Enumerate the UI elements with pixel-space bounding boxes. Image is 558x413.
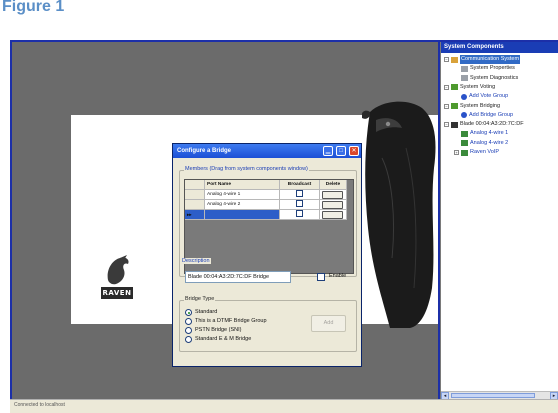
- page-icon: [461, 75, 468, 82]
- bridge-type-label: Bridge Type: [184, 296, 216, 302]
- enable-checkbox[interactable]: [317, 273, 325, 281]
- collapse-icon[interactable]: −: [444, 103, 449, 109]
- bridge-type-option-label: PSTN Bridge (SNI): [195, 327, 242, 333]
- system-components-title: System Components: [441, 42, 558, 53]
- bridge-type-radio[interactable]: [185, 309, 192, 316]
- tree-item[interactable]: − Communication System: [444, 55, 521, 64]
- bridge-type-option-label: This is a DTMF Bridge Group: [195, 318, 267, 324]
- delete-row-button[interactable]: [322, 201, 343, 209]
- port-name-cell[interactable]: Analog 4-wire 1: [205, 190, 280, 200]
- tree-item[interactable]: − System Voting: [444, 83, 495, 92]
- tree-item[interactable]: System Properties: [454, 64, 515, 73]
- description-group: Description Blade 00:04:A3:2D:7C:DF Brid…: [179, 258, 296, 287]
- tree-item[interactable]: Add Vote Group: [454, 92, 508, 101]
- description-label: Description: [181, 258, 211, 264]
- member-row[interactable]: Analog 4-wire 2: [185, 200, 347, 210]
- add-star-icon: [461, 93, 467, 100]
- member-row[interactable]: ▸▸: [185, 210, 347, 220]
- tree-item-label: Analog 4-wire 2: [470, 139, 509, 146]
- row-header-corner: [185, 180, 205, 190]
- broadcast-checkbox[interactable]: [296, 210, 303, 218]
- maximize-icon[interactable]: □: [336, 146, 346, 156]
- figure-label: Figure 1: [2, 0, 65, 15]
- broadcast-checkbox[interactable]: [296, 200, 303, 208]
- port-name-cell[interactable]: [205, 210, 280, 220]
- close-icon[interactable]: ✕: [349, 146, 359, 156]
- raven-bird-image: [362, 101, 436, 328]
- tree-item[interactable]: Analog 4-wire 1: [454, 129, 508, 138]
- port-icon: [461, 140, 468, 147]
- tree-item-label: System Properties: [470, 65, 515, 72]
- tree-item[interactable]: − Blade 00:04:A3:2D:7C:DF: [444, 120, 524, 129]
- add-button[interactable]: Add: [311, 315, 346, 332]
- tree-item-label: System Voting: [460, 83, 496, 90]
- collapse-icon[interactable]: −: [444, 57, 449, 62]
- bridge-type-option-label: Standard E & M Bridge: [195, 336, 252, 342]
- tree-item-label: System Bridging: [460, 102, 501, 109]
- bridge-type-radio[interactable]: [185, 327, 192, 334]
- tree-item[interactable]: − System Bridging: [444, 102, 500, 111]
- bridge-type-radio[interactable]: [185, 336, 192, 343]
- broadcast-cell: [280, 190, 320, 200]
- voip-icon: [461, 149, 468, 156]
- column-broadcast[interactable]: Broadcast: [280, 180, 320, 190]
- port-icon: [461, 130, 468, 137]
- tree-item-label: Blade 00:04:A3:2D:7C:DF: [460, 121, 524, 128]
- delete-row-button[interactable]: [322, 211, 343, 219]
- collapse-icon[interactable]: −: [444, 84, 449, 90]
- row-marker[interactable]: [185, 200, 205, 210]
- collapse-icon[interactable]: −: [444, 122, 449, 128]
- broadcast-cell: [280, 200, 320, 210]
- description-input[interactable]: Blade 00:04:A3:2D:7C:DF Bridge: [185, 271, 291, 283]
- blade-icon: [451, 121, 458, 128]
- expand-icon[interactable]: +: [454, 150, 459, 155]
- raven-logo-text: RAVEN: [101, 287, 133, 299]
- tree-item-label: Analog 4-wire 1: [470, 130, 509, 137]
- tree-item[interactable]: + Raven VoIP: [454, 148, 499, 157]
- broadcast-checkbox[interactable]: [296, 190, 303, 198]
- tree-item-label: Raven VoIP: [470, 149, 500, 155]
- delete-cell: [320, 190, 347, 200]
- tree-item-label: Communication System: [460, 55, 521, 64]
- add-star-icon: [461, 112, 467, 119]
- members-label: Members (Drag from system components win…: [184, 166, 309, 172]
- tree-item-label: Add Bridge Group: [469, 111, 514, 118]
- status-bar: Connected to localhost: [10, 399, 558, 413]
- system-components-panel: System Components − Communication System S…: [440, 42, 558, 400]
- column-delete[interactable]: Delete: [320, 180, 347, 190]
- system-icon: [451, 56, 458, 63]
- configure-bridge-dialog: Configure a Bridge ▁ □ ✕ Members (Drag f…: [172, 143, 362, 367]
- port-name-cell[interactable]: Analog 4-wire 2: [205, 200, 280, 210]
- delete-cell: [320, 210, 347, 220]
- delete-row-button[interactable]: [322, 191, 343, 199]
- tree-item[interactable]: Analog 4-wire 2: [454, 139, 508, 148]
- tree-item-label: Add Vote Group: [469, 93, 509, 100]
- tree-item[interactable]: System Diagnostics: [454, 74, 518, 83]
- tree-item[interactable]: Add Bridge Group: [454, 111, 513, 120]
- bridge-type-group: Bridge Type Standard This is a DTMF Bridg…: [179, 296, 357, 352]
- bridge-type-radio[interactable]: [185, 318, 192, 325]
- member-row[interactable]: Analog 4-wire 1: [185, 190, 347, 200]
- row-marker[interactable]: [185, 190, 205, 200]
- row-marker[interactable]: ▸▸: [185, 210, 205, 220]
- grid-header-row: Port Name Broadcast Delete: [185, 180, 347, 190]
- delete-cell: [320, 200, 347, 210]
- status-text: Connected to localhost: [14, 402, 65, 408]
- enable-label: Enable: [329, 273, 347, 279]
- tree-item-label: System Diagnostics: [470, 74, 519, 81]
- horizontal-scrollbar[interactable]: ◂ ▸: [441, 391, 558, 400]
- page-icon: [461, 65, 468, 72]
- bridge-icon: [451, 103, 458, 109]
- column-port-name[interactable]: Port Name: [205, 180, 280, 190]
- broadcast-cell: [280, 210, 320, 220]
- vote-icon: [451, 84, 458, 91]
- minimize-icon[interactable]: ▁: [323, 146, 333, 156]
- scroll-thumb[interactable]: [451, 393, 535, 398]
- bridge-type-option-label: Standard: [195, 309, 218, 315]
